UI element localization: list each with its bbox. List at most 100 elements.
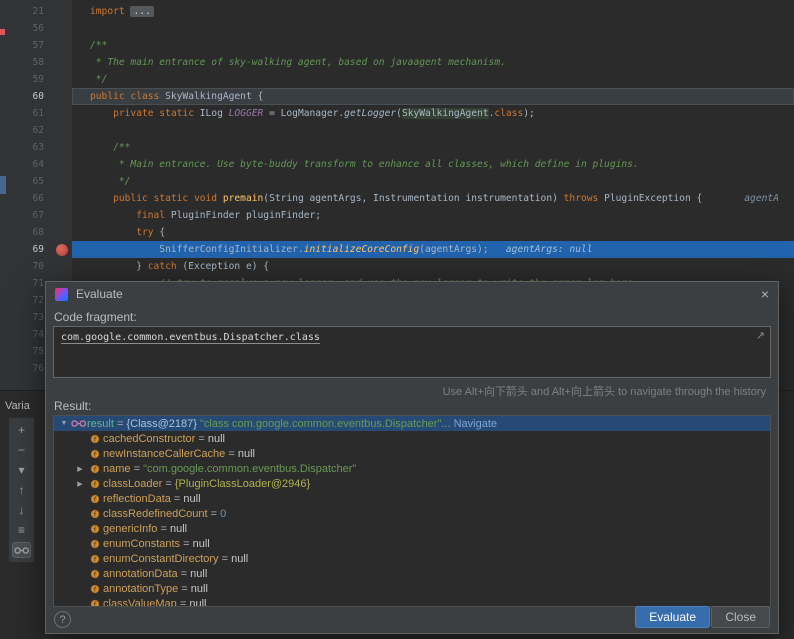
code-segment: agentArgs: null — [489, 244, 593, 255]
gutter[interactable]: 60 — [0, 88, 72, 105]
variable-row-reflectionData[interactable]: freflectionData = null — [54, 491, 770, 506]
code-text[interactable]: final PluginFinder pluginFinder; — [72, 207, 794, 224]
variable-row-name[interactable]: ▶fname = "com.google.common.eventbus.Dis… — [54, 461, 770, 476]
dialog-titlebar[interactable]: Evaluate × — [46, 282, 778, 306]
code-text[interactable]: private static ILog LOGGER = LogManager.… — [72, 105, 794, 122]
variable-row-annotationData[interactable]: fannotationData = null — [54, 566, 770, 581]
code-segment: */ — [90, 74, 107, 85]
variable-row-enumConstantDirectory[interactable]: fenumConstantDirectory = null — [54, 551, 770, 566]
code-line-66[interactable]: 66 public static void premain(String age… — [0, 190, 794, 207]
expand-icon[interactable]: ↗ — [756, 329, 765, 342]
gutter[interactable]: 58 — [0, 54, 72, 71]
layout-icon[interactable]: ≡ — [12, 522, 31, 538]
gutter-marker-icon — [0, 176, 6, 194]
variable-row-newInstanceCallerCache[interactable]: fnewInstanceCallerCache = null — [54, 446, 770, 461]
variable-row-annotationType[interactable]: fannotationType = null — [54, 581, 770, 596]
code-line-65[interactable]: 65 */ — [0, 173, 794, 190]
variables-tab[interactable]: Varia — [5, 400, 30, 412]
code-text[interactable]: * The main entrance of sky-walking agent… — [72, 54, 794, 71]
gutter[interactable]: 70 — [0, 258, 72, 275]
add-watch-icon[interactable]: + — [12, 422, 31, 438]
line-number: 59 — [0, 71, 44, 88]
code-segment: (agentArgs); — [419, 244, 488, 255]
code-line-67[interactable]: 67 final PluginFinder pluginFinder; — [0, 207, 794, 224]
line-number: 70 — [0, 258, 44, 275]
variable-row-cachedConstructor[interactable]: fcachedConstructor = null — [54, 431, 770, 446]
code-line-63[interactable]: 63 /** — [0, 139, 794, 156]
variable-value: = — [178, 583, 191, 595]
gutter[interactable]: 59 — [0, 71, 72, 88]
debug-toolbar: + − ▾ ↑ ↓ ≡ — [8, 417, 35, 563]
code-line-62[interactable]: 62 — [0, 122, 794, 139]
code-line-57[interactable]: 57 /** — [0, 37, 794, 54]
chevron-expanded-icon[interactable]: ▼ — [58, 420, 70, 427]
gutter[interactable]: 69 — [0, 241, 72, 258]
variable-row-enumConstants[interactable]: fenumConstants = null — [54, 536, 770, 551]
chevron-collapsed-icon[interactable]: ▶ — [74, 480, 86, 488]
code-line-64[interactable]: 64 * Main entrance. Use byte-buddy trans… — [0, 156, 794, 173]
collapse-all-icon[interactable]: ▾ — [12, 462, 31, 478]
show-watches-icon[interactable] — [12, 542, 31, 558]
chevron-collapsed-icon[interactable]: ▶ — [74, 465, 86, 473]
code-segment: /** — [90, 142, 130, 153]
help-button[interactable]: ? — [54, 611, 71, 628]
navigate-link[interactable]: Navigate — [454, 418, 497, 430]
evaluate-button[interactable]: Evaluate — [635, 606, 710, 628]
code-text[interactable]: } catch (Exception e) { — [72, 258, 794, 275]
variable-value: = — [219, 553, 232, 565]
breakpoint-icon[interactable] — [56, 244, 68, 256]
gutter[interactable]: 68 — [0, 224, 72, 241]
variable-row-result[interactable]: ▼result = {Class@2187} "class com.google… — [54, 416, 770, 431]
code-text[interactable]: import ... — [72, 3, 794, 20]
variable-value: null — [183, 493, 200, 505]
code-fragment-input[interactable]: com.google.common.eventbus.Dispatcher.cl… — [53, 326, 771, 378]
code-line-69[interactable]: 69 SnifferConfigInitializer.initializeCo… — [0, 241, 794, 258]
code-text[interactable] — [72, 20, 794, 37]
gutter[interactable]: 62 — [0, 122, 72, 139]
code-text[interactable]: SnifferConfigInitializer.initializeCoreC… — [72, 241, 794, 258]
code-text[interactable]: /** — [72, 37, 794, 54]
variable-name: name — [103, 463, 131, 475]
code-text[interactable]: /** — [72, 139, 794, 156]
code-line-56[interactable]: 56 — [0, 20, 794, 37]
gutter[interactable]: 61 — [0, 105, 72, 122]
code-line-70[interactable]: 70 } catch (Exception e) { — [0, 258, 794, 275]
gutter[interactable]: 66 — [0, 190, 72, 207]
code-line-61[interactable]: 61 private static ILog LOGGER = LogManag… — [0, 105, 794, 122]
move-down-icon[interactable]: ↓ — [12, 502, 31, 518]
code-segment: } — [90, 261, 148, 272]
variable-name: classValueMap — [103, 598, 177, 608]
gutter[interactable]: 65 — [0, 173, 72, 190]
code-segment: * The main entrance of sky-walking agent… — [90, 57, 506, 68]
code-line-21[interactable]: 21import ... — [0, 3, 794, 20]
code-line-68[interactable]: 68 try { — [0, 224, 794, 241]
gutter[interactable]: 64 — [0, 156, 72, 173]
remove-watch-icon[interactable]: − — [12, 442, 31, 458]
code-text[interactable]: public static void premain(String agentA… — [72, 190, 794, 207]
gutter[interactable]: 57 — [0, 37, 72, 54]
code-text[interactable]: */ — [72, 173, 794, 190]
close-icon[interactable]: × — [761, 286, 769, 302]
gutter[interactable]: 21 — [0, 3, 72, 20]
code-text[interactable]: try { — [72, 224, 794, 241]
code-line-58[interactable]: 58 * The main entrance of sky-walking ag… — [0, 54, 794, 71]
line-number: 56 — [0, 20, 44, 37]
code-line-60[interactable]: 60public class SkyWalkingAgent { — [0, 88, 794, 105]
code-text[interactable] — [72, 122, 794, 139]
code-line-59[interactable]: 59 */ — [0, 71, 794, 88]
move-up-icon[interactable]: ↑ — [12, 482, 31, 498]
variable-row-classRedefinedCount[interactable]: fclassRedefinedCount = 0 — [54, 506, 770, 521]
gutter[interactable]: 63 — [0, 139, 72, 156]
gutter[interactable]: 56 — [0, 20, 72, 37]
variable-row-genericInfo[interactable]: fgenericInfo = null — [54, 521, 770, 536]
code-text[interactable]: */ — [72, 71, 794, 88]
variable-row-classLoader[interactable]: ▶fclassLoader = {PluginClassLoader@2946} — [54, 476, 770, 491]
close-button[interactable]: Close — [711, 606, 770, 628]
line-number: 57 — [0, 37, 44, 54]
field-icon: f — [86, 569, 103, 579]
code-segment: ... — [130, 6, 153, 17]
code-segment: agentA — [744, 193, 779, 204]
code-text[interactable]: public class SkyWalkingAgent { — [72, 88, 794, 105]
gutter[interactable]: 67 — [0, 207, 72, 224]
code-text[interactable]: * Main entrance. Use byte-buddy transfor… — [72, 156, 794, 173]
